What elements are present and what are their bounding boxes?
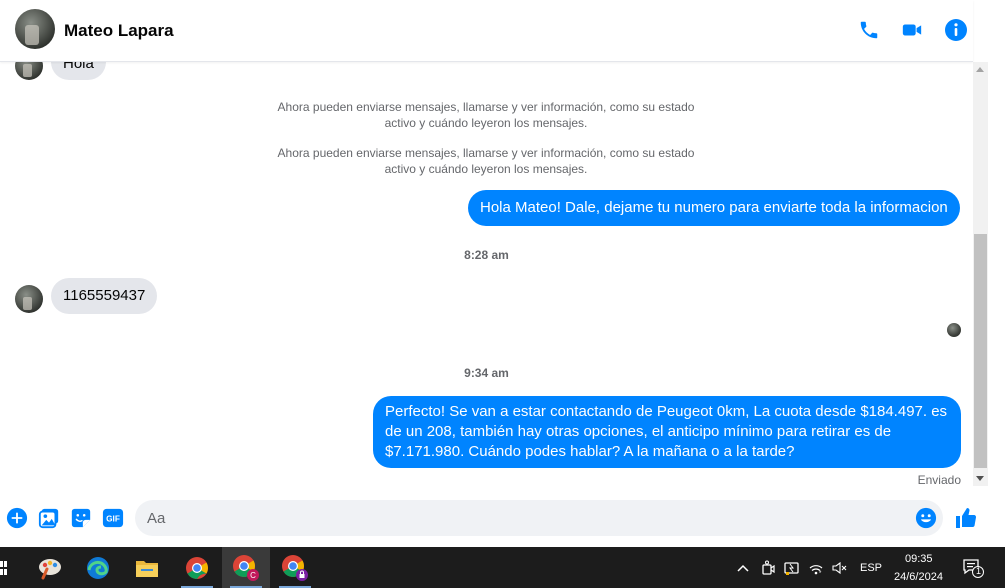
edge-icon[interactable] xyxy=(74,547,122,588)
like-icon[interactable] xyxy=(954,506,978,530)
chrome-icon[interactable] xyxy=(173,547,221,588)
meet-now-icon[interactable] xyxy=(760,560,776,576)
battery-icon[interactable] xyxy=(784,560,800,576)
gallery-icon[interactable] xyxy=(38,507,60,529)
timestamp: 9:34 am xyxy=(464,366,509,380)
svg-text:*: * xyxy=(819,571,822,576)
contact-avatar[interactable] xyxy=(15,9,55,49)
paint-app-icon[interactable] xyxy=(26,547,74,588)
message-status: Enviado xyxy=(917,473,961,487)
clock-time[interactable]: 09:35 xyxy=(905,553,933,565)
info-icon[interactable] xyxy=(943,17,969,43)
emoji-icon[interactable] xyxy=(915,507,937,529)
chevron-up-icon[interactable] xyxy=(735,560,751,576)
timestamp: 8:28 am xyxy=(464,248,509,262)
gif-icon[interactable]: GIF xyxy=(102,507,124,529)
chrome-profile-lock-icon[interactable] xyxy=(271,547,319,588)
wifi-icon[interactable]: * xyxy=(808,560,824,576)
scroll-down-arrow-icon[interactable] xyxy=(976,476,984,481)
scroll-up-arrow-icon[interactable] xyxy=(976,67,984,72)
phone-icon[interactable] xyxy=(856,17,882,43)
chrome-profile-c-icon[interactable]: C xyxy=(222,547,270,588)
plus-icon[interactable] xyxy=(6,507,28,529)
notification-count: 1 xyxy=(976,566,982,576)
incoming-message[interactable]: 1165559437 xyxy=(51,278,158,314)
clock-date[interactable]: 24/6/2024 xyxy=(894,571,943,583)
outgoing-message[interactable]: Perfecto! Se van a estar contactando de … xyxy=(373,396,961,468)
message-composer: GIF xyxy=(0,497,1005,541)
outgoing-message[interactable]: Hola Mateo! Dale, dejame tu numero para … xyxy=(468,190,960,226)
scroll-thumb[interactable] xyxy=(974,234,987,468)
chrome-profile-letter: C xyxy=(250,571,256,580)
start-icon[interactable] xyxy=(0,560,8,576)
message-input[interactable] xyxy=(135,500,943,536)
input-language[interactable]: ESP xyxy=(860,562,882,574)
file-explorer-icon[interactable] xyxy=(123,547,171,588)
gif-label: GIF xyxy=(106,515,120,524)
notification-center-icon[interactable]: 1 xyxy=(962,558,984,578)
seen-indicator-avatar xyxy=(947,323,961,337)
system-notice: Ahora pueden enviarse mensajes, llamarse… xyxy=(277,100,695,130)
video-icon[interactable] xyxy=(899,17,925,43)
messenger-window: Mateo Lapara Hola Ahora pueden enviarse … xyxy=(0,0,1005,547)
windows-taskbar: C * ESP 09:35 24/6/2024 1 xyxy=(0,547,1005,588)
contact-name[interactable]: Mateo Lapara xyxy=(64,21,174,41)
volume-muted-icon[interactable] xyxy=(831,560,847,576)
conversation-header: Mateo Lapara xyxy=(0,0,973,62)
contact-avatar-small[interactable] xyxy=(15,285,43,313)
messages-scrollbar[interactable] xyxy=(973,62,988,486)
sticker-icon[interactable] xyxy=(70,507,92,529)
system-notice: Ahora pueden enviarse mensajes, llamarse… xyxy=(277,146,695,176)
